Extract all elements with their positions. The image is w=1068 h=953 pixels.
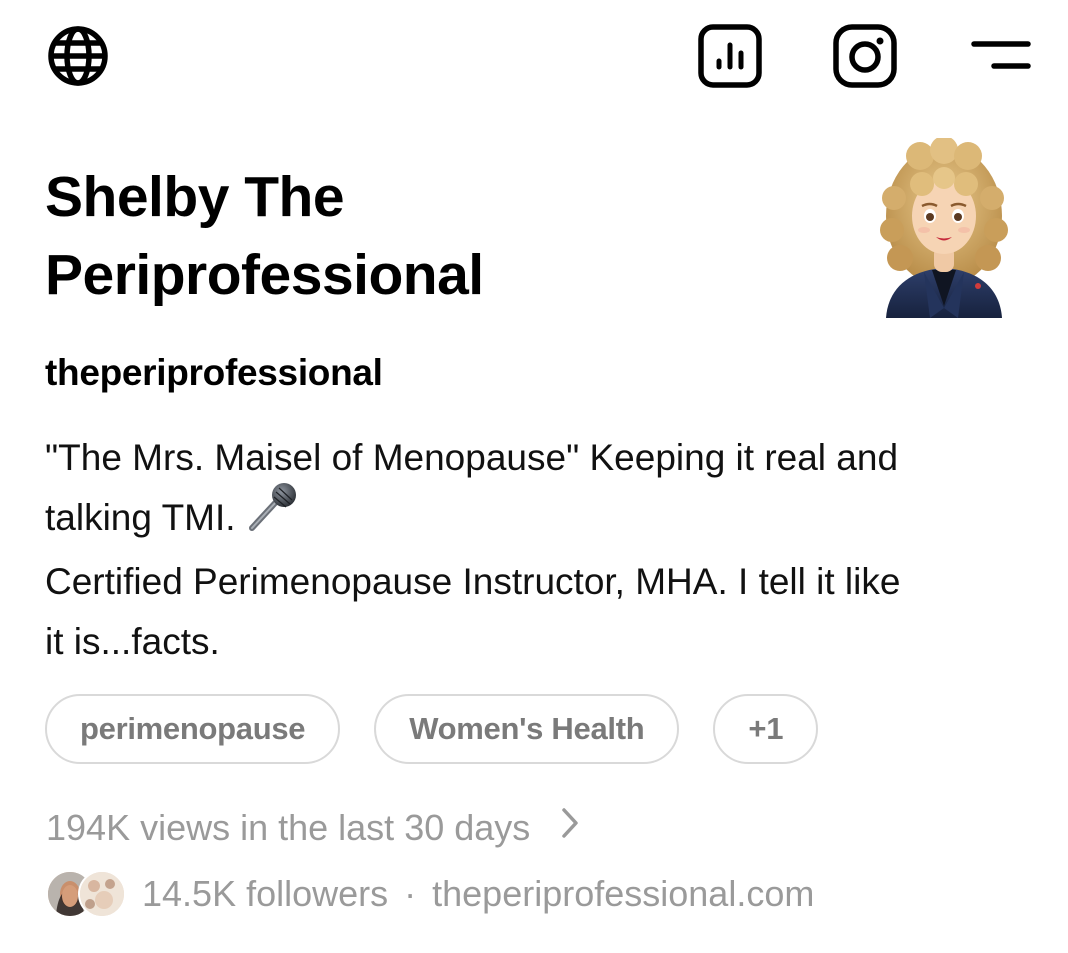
website-link[interactable]: theperiprofessional.com bbox=[432, 873, 814, 915]
followers-count[interactable]: 14.5K followers bbox=[142, 873, 388, 915]
bio-line-2: talking TMI. bbox=[45, 497, 236, 538]
profile-footer: 14.5K followers · theperiprofessional.co… bbox=[46, 870, 814, 918]
tag-more[interactable]: +1 bbox=[713, 694, 819, 764]
views-text: 194K views in the last 30 days bbox=[46, 806, 531, 848]
top-bar bbox=[0, 0, 1068, 110]
follower-avatar bbox=[78, 870, 126, 918]
chevron-right-icon bbox=[560, 806, 580, 849]
topic-tags: perimenopause Women's Health +1 bbox=[45, 694, 819, 764]
microphone-icon bbox=[246, 480, 300, 552]
username: theperiprofessional bbox=[45, 352, 383, 393]
display-name-line-1: Shelby The bbox=[45, 165, 345, 229]
instagram-icon[interactable] bbox=[832, 23, 898, 89]
memoji-avatar-icon[interactable] bbox=[880, 136, 1008, 318]
bio-line-2-wrap: talking TMI. bbox=[45, 483, 1035, 552]
menu-icon[interactable] bbox=[970, 38, 1032, 74]
separator-dot: · bbox=[404, 873, 417, 914]
bio-line-4: it is...facts. bbox=[45, 621, 220, 663]
views-summary-link[interactable]: 194K views in the last 30 days bbox=[46, 806, 580, 849]
tag-womens-health[interactable]: Women's Health bbox=[374, 694, 680, 764]
display-name: Shelby The Periprofessional bbox=[45, 158, 825, 314]
follower-avatars[interactable] bbox=[46, 870, 126, 918]
tag-perimenopause[interactable]: perimenopause bbox=[45, 694, 341, 764]
bio-line-3: Certified Perimenopause Instructor, MHA.… bbox=[45, 561, 901, 603]
globe-icon[interactable] bbox=[46, 24, 110, 88]
bio: "The Mrs. Maisel of Menopause" Keeping i… bbox=[45, 428, 1035, 672]
insights-icon[interactable] bbox=[697, 23, 763, 89]
bio-line-1: "The Mrs. Maisel of Menopause" Keeping i… bbox=[45, 437, 899, 478]
display-name-line-2: Periprofessional bbox=[45, 243, 484, 307]
